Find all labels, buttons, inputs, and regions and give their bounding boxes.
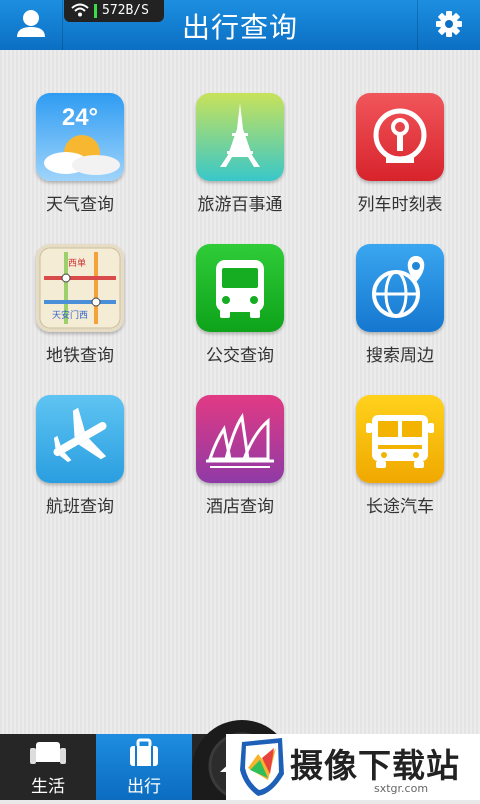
tile-subway[interactable]: 西单 天安门西 地铁查询 xyxy=(0,244,160,394)
tile-coach[interactable]: 长途汽车 xyxy=(320,395,480,545)
subway-station-top: 西单 xyxy=(68,257,86,269)
nav-label: 出行 xyxy=(127,777,161,797)
briefcase-icon xyxy=(130,738,158,766)
hotel-icon xyxy=(196,395,284,483)
watermark-url: sxtgr.com xyxy=(374,782,429,795)
watermark-title: 摄像下载站 xyxy=(290,746,460,785)
nav-label: 生活 xyxy=(31,777,65,797)
tile-train[interactable]: 列车时刻表 xyxy=(320,93,480,243)
tile-weather[interactable]: 24° 天气查询 xyxy=(0,93,160,243)
sofa-icon xyxy=(30,742,66,764)
bus-icon xyxy=(196,244,284,332)
weather-icon: 24° xyxy=(36,93,124,181)
tile-travel[interactable]: 旅游百事通 xyxy=(160,93,320,243)
shield-logo-icon xyxy=(240,738,284,796)
nav-item-travel[interactable]: 出行 xyxy=(96,734,192,800)
subway-station-bottom: 天安门西 xyxy=(52,309,88,321)
tile-bus[interactable]: 公交查询 xyxy=(160,244,320,394)
tile-label: 航班查询 xyxy=(46,497,114,517)
tile-label: 搜索周边 xyxy=(366,346,434,366)
eiffel-tower-icon xyxy=(196,93,284,181)
coach-icon xyxy=(356,395,444,483)
globe-pin-icon xyxy=(356,244,444,332)
tile-label: 天气查询 xyxy=(46,195,114,215)
weather-temperature: 24° xyxy=(62,104,98,131)
tile-label: 列车时刻表 xyxy=(357,195,443,215)
tile-label: 旅游百事通 xyxy=(197,195,283,215)
tile-label: 酒店查询 xyxy=(206,497,274,517)
tile-label: 地铁查询 xyxy=(46,346,114,366)
tile-label: 公交查询 xyxy=(206,346,274,366)
nav-item-life[interactable]: 生活 xyxy=(0,734,96,800)
subway-map-icon: 西单 天安门西 xyxy=(36,244,124,332)
airplane-icon xyxy=(36,395,124,483)
page-title: 出行查询 xyxy=(181,11,298,44)
tile-label: 长途汽车 xyxy=(366,497,434,517)
settings-button[interactable] xyxy=(417,0,480,50)
gear-icon xyxy=(436,11,462,37)
railway-icon xyxy=(356,93,444,181)
tile-flight[interactable]: 航班查询 xyxy=(0,395,160,545)
header-bar: 572B/S 出行查询 xyxy=(0,0,480,50)
watermark-banner: 摄像下载站 sxtgr.com xyxy=(226,734,480,800)
tile-nearby[interactable]: 搜索周边 xyxy=(320,244,480,394)
tile-hotel[interactable]: 酒店查询 xyxy=(160,395,320,545)
